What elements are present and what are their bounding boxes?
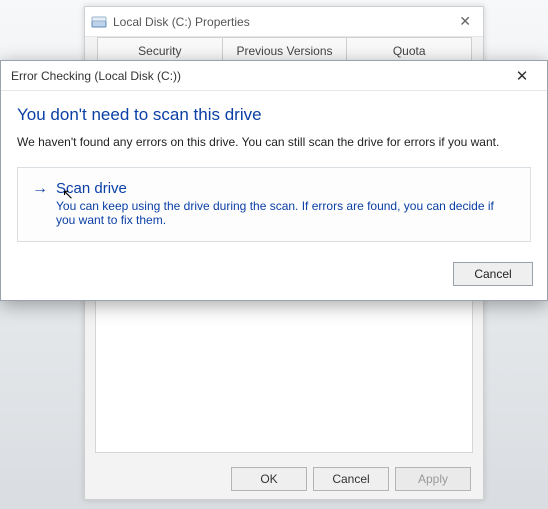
dialog-titlebar[interactable]: Error Checking (Local Disk (C:)) ✕ — [1, 61, 547, 91]
scan-drive-desc: You can keep using the drive during the … — [56, 199, 516, 227]
cancel-button[interactable]: Cancel — [313, 467, 389, 491]
properties-close-icon[interactable]: ✕ — [453, 13, 477, 30]
drive-icon — [91, 14, 107, 30]
properties-title: Local Disk (C:) Properties — [113, 15, 250, 29]
properties-button-row: OK Cancel Apply — [231, 467, 471, 491]
scan-drive-title: Scan drive — [56, 180, 127, 197]
dialog-body: You don't need to scan this drive We hav… — [1, 91, 547, 252]
error-checking-dialog: Error Checking (Local Disk (C:)) ✕ You d… — [0, 60, 548, 301]
arrow-right-icon: → — [32, 181, 48, 197]
dialog-title: Error Checking (Local Disk (C:)) — [11, 69, 181, 83]
ok-button[interactable]: OK — [231, 467, 307, 491]
dialog-button-row: Cancel — [1, 252, 547, 300]
dialog-cancel-button[interactable]: Cancel — [453, 262, 533, 286]
dialog-headline: You don't need to scan this drive — [17, 105, 531, 125]
apply-button: Apply — [395, 467, 471, 491]
dialog-close-icon[interactable]: ✕ — [507, 67, 537, 85]
dialog-message: We haven't found any errors on this driv… — [17, 135, 531, 149]
scan-drive-option[interactable]: → Scan drive You can keep using the driv… — [17, 167, 531, 242]
properties-titlebar[interactable]: Local Disk (C:) Properties ✕ — [85, 7, 483, 37]
